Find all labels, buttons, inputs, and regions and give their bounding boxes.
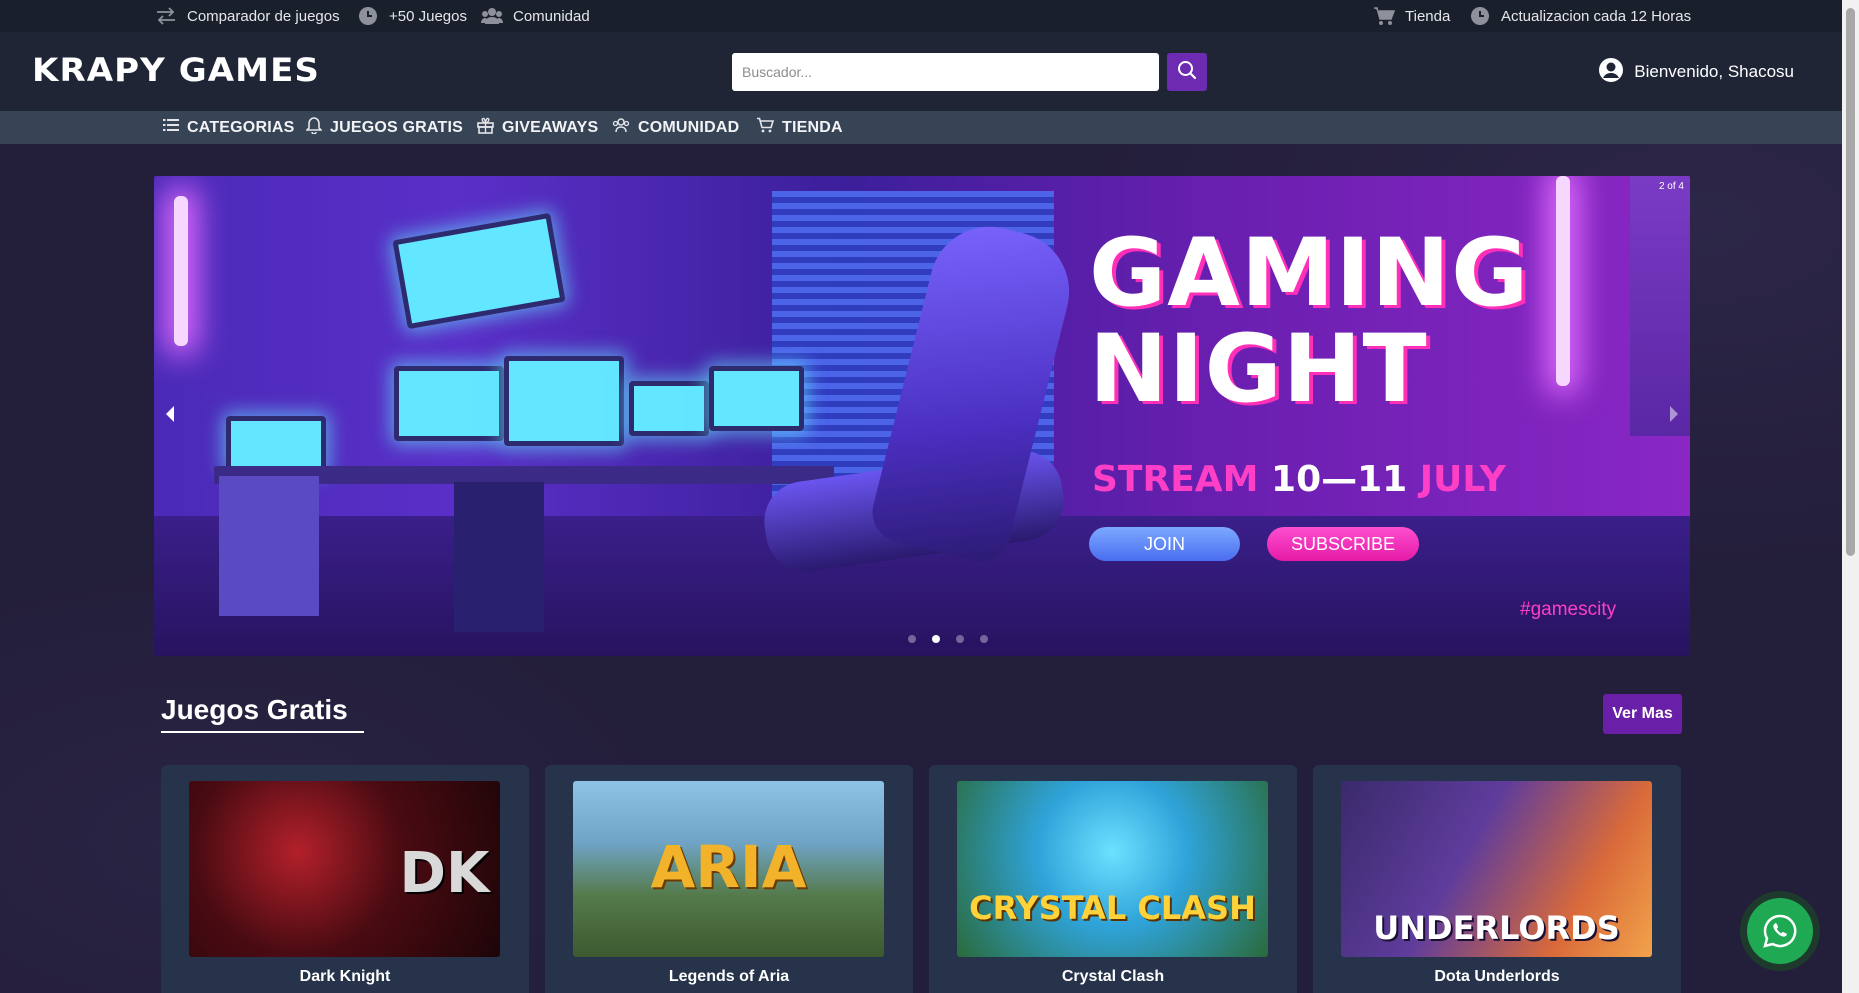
game-thumbnail[interactable]: ARIA bbox=[573, 781, 884, 957]
slide-join-button[interactable]: JOIN bbox=[1089, 527, 1240, 561]
game-card[interactable]: DK Dark Knight bbox=[161, 765, 529, 993]
site-header: KRAPY GAMES Bienvenido, Shacosu bbox=[0, 32, 1842, 111]
search-input[interactable] bbox=[732, 53, 1159, 91]
game-card[interactable]: CRYSTAL CLASH Crystal Clash bbox=[929, 765, 1297, 993]
clock-icon bbox=[1469, 5, 1491, 27]
section-title-underline bbox=[161, 731, 364, 733]
slide-monitor bbox=[709, 366, 804, 431]
store-label: Tienda bbox=[1405, 7, 1451, 25]
top-info-bar: Comparador de juegos +50 Juegos Comunida… bbox=[0, 0, 1842, 32]
nav-item-label: CATEGORIAS bbox=[187, 118, 295, 136]
slide-title-line: NIGHT bbox=[1089, 315, 1428, 424]
game-name: Dota Underlords bbox=[1434, 968, 1560, 985]
game-name: Dark Knight bbox=[299, 968, 391, 985]
compare-games-link[interactable]: Comparador de juegos bbox=[155, 0, 340, 32]
see-more-button[interactable]: Ver Mas bbox=[1603, 694, 1682, 734]
community-label: Comunidad bbox=[513, 7, 590, 25]
slide-title-line: GAMING bbox=[1089, 219, 1530, 328]
site-logo[interactable]: KRAPY GAMES bbox=[32, 52, 322, 86]
game-card[interactable]: ARIA Legends of Aria bbox=[545, 765, 913, 993]
search-button[interactable] bbox=[1167, 53, 1207, 91]
gift-icon bbox=[477, 117, 494, 139]
welcome-label: Bienvenido, Shacosu bbox=[1634, 62, 1794, 81]
slide-neon-lamp-left bbox=[174, 196, 188, 346]
slide-dates: 10—11 bbox=[1271, 459, 1408, 500]
slide-monitor bbox=[394, 366, 504, 441]
whatsapp-icon bbox=[1747, 898, 1813, 964]
chevron-left-icon bbox=[164, 405, 176, 428]
section-title: Juegos Gratis bbox=[161, 694, 348, 725]
game-thumbnail[interactable]: CRYSTAL CLASH bbox=[957, 781, 1268, 957]
main-nav: CATEGORIAS JUEGOS GRATIS GIVEAWAYS COMUN… bbox=[0, 111, 1842, 144]
update-info: Actualizacion cada 12 Horas bbox=[1469, 0, 1691, 32]
nav-item-label: JUEGOS GRATIS bbox=[330, 118, 463, 136]
nav-item-label: GIVEAWAYS bbox=[502, 118, 599, 136]
search-icon bbox=[1177, 60, 1197, 85]
carousel-dot[interactable] bbox=[979, 635, 988, 643]
game-name: Crystal Clash bbox=[1061, 968, 1165, 985]
game-thumbnail[interactable]: UNDERLORDS bbox=[1341, 781, 1652, 957]
hero-carousel[interactable]: GAMING NIGHT STREAM 10—11 JULY JOIN SUBS… bbox=[154, 176, 1690, 656]
community-link[interactable]: Comunidad bbox=[481, 0, 590, 32]
nav-item-juegos-gratis[interactable]: JUEGOS GRATIS bbox=[305, 111, 463, 144]
slide-stream-word: STREAM bbox=[1092, 459, 1259, 500]
game-name: Legends of Aria bbox=[668, 968, 790, 985]
users-icon bbox=[481, 5, 503, 27]
carousel-dot[interactable] bbox=[907, 635, 916, 643]
carousel-dot[interactable] bbox=[955, 635, 964, 643]
store-link[interactable]: Tienda bbox=[1373, 0, 1450, 32]
slide-title: GAMING NIGHT bbox=[1089, 226, 1529, 418]
game-thumbnail-art: DK bbox=[399, 841, 490, 906]
nav-item-categorias[interactable]: CATEGORIAS bbox=[163, 111, 294, 144]
page-scrollbar[interactable] bbox=[1842, 0, 1859, 993]
nav-item-label: TIENDA bbox=[782, 118, 843, 136]
game-thumbnail-art: ARIA bbox=[650, 833, 807, 901]
carousel-next-button[interactable] bbox=[1662, 401, 1686, 431]
game-thumbnail-art: CRYSTAL CLASH bbox=[969, 889, 1256, 927]
cart-icon bbox=[756, 117, 775, 138]
slide-subtitle: STREAM 10—11 JULY bbox=[1092, 459, 1506, 500]
game-thumbnail-art: UNDERLORDS bbox=[1373, 909, 1620, 947]
nav-item-comunidad[interactable]: COMUNIDAD bbox=[612, 111, 739, 144]
carousel-dots bbox=[154, 635, 1690, 643]
game-card[interactable]: UNDERLORDS Dota Underlords bbox=[1313, 765, 1681, 993]
scrollbar-thumb[interactable] bbox=[1846, 8, 1855, 556]
game-thumbnail[interactable]: DK bbox=[189, 781, 500, 957]
krapy-games-logo-icon: KRAPY GAMES bbox=[32, 52, 320, 86]
slide-pc-tower bbox=[454, 482, 544, 632]
slide-neon-lamp-right bbox=[1556, 176, 1570, 386]
swap-arrows-icon bbox=[155, 5, 177, 27]
slide-month: JULY bbox=[1419, 459, 1506, 500]
games-count-label: +50 Juegos bbox=[389, 7, 467, 25]
slide-monitor bbox=[226, 416, 326, 471]
user-welcome[interactable]: Bienvenido, Shacosu bbox=[1598, 57, 1794, 88]
compare-games-label: Comparador de juegos bbox=[187, 7, 340, 25]
slide-monitor bbox=[392, 212, 566, 330]
whatsapp-button[interactable] bbox=[1740, 891, 1820, 971]
cart-icon bbox=[1373, 5, 1395, 27]
slide-poster bbox=[1630, 176, 1690, 436]
slide-subscribe-button[interactable]: SUBSCRIBE bbox=[1267, 527, 1419, 561]
people-icon bbox=[612, 117, 630, 138]
carousel-prev-button[interactable] bbox=[158, 401, 182, 431]
list-icon bbox=[163, 118, 179, 137]
chevron-right-icon bbox=[1668, 405, 1680, 428]
svg-text:KRAPY GAMES: KRAPY GAMES bbox=[32, 52, 320, 86]
carousel-dot-active[interactable] bbox=[931, 635, 940, 643]
update-label: Actualizacion cada 12 Horas bbox=[1501, 7, 1692, 25]
slide-monitor bbox=[629, 381, 709, 436]
nav-item-giveaways[interactable]: GIVEAWAYS bbox=[477, 111, 598, 144]
nav-item-label: COMUNIDAD bbox=[638, 118, 740, 136]
user-avatar-icon bbox=[1598, 57, 1624, 88]
slide-monitor bbox=[504, 356, 624, 446]
slide-hashtag: #gamescity bbox=[1520, 599, 1617, 620]
bell-icon bbox=[305, 116, 323, 139]
slide-counter: 2 of 4 bbox=[1658, 181, 1684, 192]
games-count-link[interactable]: +50 Juegos bbox=[357, 0, 467, 32]
nav-item-tienda[interactable]: TIENDA bbox=[756, 111, 843, 144]
clock-icon bbox=[357, 5, 379, 27]
slide-drawer bbox=[219, 476, 319, 616]
